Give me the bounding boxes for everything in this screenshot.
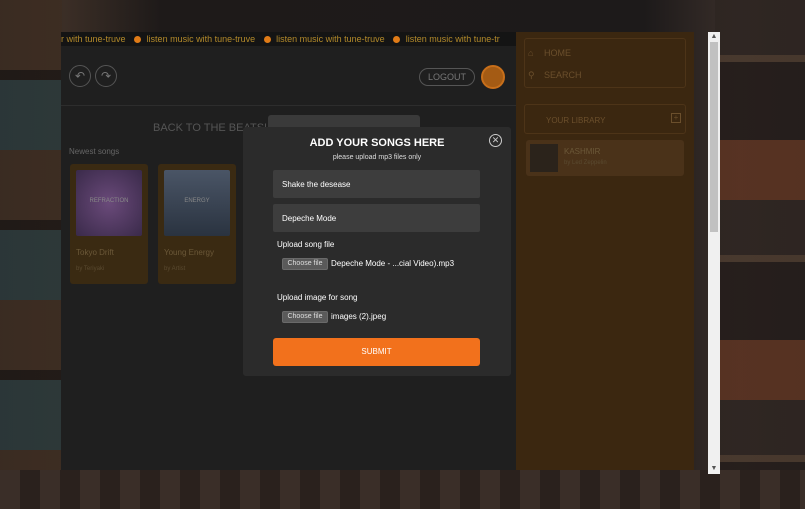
song-card[interactable]: ENERGY Young Energy by Artist — [158, 164, 236, 284]
sidebar-item-label: HOME — [544, 48, 571, 58]
song-artist: by Artist — [164, 266, 186, 272]
ticker-item: r with tune-truve — [61, 34, 126, 44]
scrollbar[interactable]: ▲ ▼ — [708, 32, 720, 474]
background-shelf-bottom — [0, 470, 805, 509]
marquee-ticker: r with tune-truve listen music with tune… — [61, 32, 516, 46]
image-file-name: images (2).jpeg — [331, 312, 387, 321]
ticker-item: listen music with tune-truve — [276, 34, 385, 44]
scroll-down-icon[interactable]: ▼ — [708, 464, 720, 474]
modal-subtitle: please upload mp3 files only — [332, 154, 422, 161]
avatar[interactable] — [481, 65, 505, 89]
ticker-item: listen music with tune-truve — [146, 34, 256, 44]
background-shelf-left — [0, 0, 62, 509]
modal-title: ADD YOUR SONGS HERE — [309, 137, 445, 149]
library-item-subtitle: by Led Zeppelin — [564, 160, 607, 166]
song-cover-image: ENERGY — [164, 170, 230, 236]
library-item[interactable]: KASHMIR by Led Zeppelin — [526, 140, 684, 176]
artist-name-input[interactable] — [273, 204, 480, 232]
sidebar-item-search[interactable]: ⚲ SEARCH — [528, 70, 582, 81]
song-card[interactable]: REFRACTION Tokyo Drift by Teriyaki — [70, 164, 148, 284]
cover-text: REFRACTION — [89, 198, 129, 204]
song-title: Tokyo Drift — [76, 248, 114, 257]
cover-text: ENERGY — [184, 198, 210, 204]
sidebar-item-home[interactable]: ⌂ HOME — [528, 48, 571, 58]
dot-icon — [393, 36, 401, 43]
app-window: r with tune-truve listen music with tune… — [61, 32, 694, 470]
song-artist: by Teriyaki — [76, 266, 105, 272]
library-label[interactable]: YOUR LIBRARY — [546, 116, 605, 125]
forward-arrow-icon[interactable]: ↷ — [95, 65, 117, 87]
newest-songs-heading: Newest songs — [69, 147, 120, 156]
choose-song-file-button[interactable]: Choose file — [282, 258, 328, 270]
background-shelf-right — [715, 0, 805, 509]
sidebar-item-label: SEARCH — [544, 70, 582, 80]
add-song-modal: ✕ ADD YOUR SONGS HERE please upload mp3 … — [243, 127, 511, 376]
sidebar: ⌂ HOME ⚲ SEARCH YOUR LIBRARY + KASHMIR by … — [516, 32, 694, 470]
back-arrow-icon[interactable]: ↶ — [69, 65, 91, 87]
song-name-input[interactable] — [273, 170, 480, 198]
ticker-item: listen music with tune-tr — [405, 34, 500, 44]
song-cover-image: REFRACTION — [76, 170, 142, 236]
song-title: Young Energy — [164, 248, 214, 257]
scrollbar-thumb[interactable] — [710, 42, 718, 232]
choose-image-file-button[interactable]: Choose file — [282, 311, 328, 323]
home-icon: ⌂ — [528, 48, 534, 58]
song-file-name: Depeche Mode - ...cial Video).mp3 — [331, 259, 455, 268]
search-icon: ⚲ — [528, 70, 535, 80]
upload-image-label: Upload image for song — [277, 293, 358, 302]
plus-icon[interactable]: + — [671, 113, 681, 123]
library-item-title: KASHMIR — [564, 147, 601, 156]
dot-icon — [263, 36, 271, 43]
logout-button[interactable]: LOGOUT — [419, 68, 475, 86]
library-item-cover — [530, 144, 558, 172]
dot-icon — [134, 36, 142, 43]
upload-song-label: Upload song file — [277, 240, 335, 249]
top-bar: ↶ ↷ LOGOUT — [61, 46, 516, 106]
submit-button[interactable]: SUBMIT — [273, 338, 480, 366]
scroll-up-icon[interactable]: ▲ — [708, 32, 720, 42]
